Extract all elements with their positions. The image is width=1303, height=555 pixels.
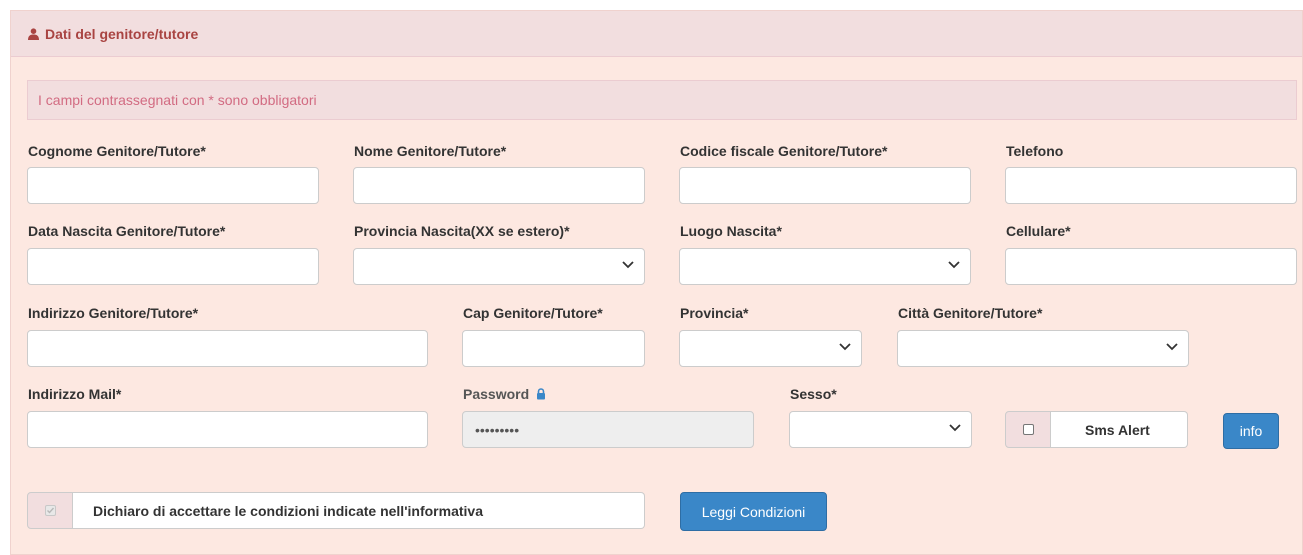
- telefono-label: Telefono: [1006, 143, 1064, 159]
- cap-input[interactable]: [462, 330, 645, 367]
- indirizzo-input[interactable]: [27, 330, 428, 367]
- parent-data-panel: Dati del genitore/tutore I campi contras…: [10, 10, 1303, 555]
- mail-input[interactable]: [27, 411, 428, 448]
- data-nascita-label: Data Nascita Genitore/Tutore*: [28, 223, 226, 239]
- required-fields-notice: I campi contrassegnati con * sono obblig…: [27, 80, 1297, 120]
- sesso-label: Sesso*: [790, 386, 837, 402]
- check-icon: [46, 507, 54, 514]
- chevron-down-icon: [949, 424, 961, 432]
- consent-checkbox-wrap[interactable]: [27, 492, 73, 529]
- citta-select[interactable]: [897, 330, 1189, 367]
- cellulare-label: Cellulare*: [1006, 223, 1071, 239]
- luogo-nascita-label: Luogo Nascita*: [680, 223, 782, 239]
- provincia-nascita-label: Provincia Nascita(XX se estero)*: [354, 223, 570, 239]
- info-button[interactable]: info: [1223, 413, 1279, 449]
- codice-fiscale-input[interactable]: [679, 167, 971, 204]
- chevron-down-icon: [839, 343, 851, 351]
- sesso-select[interactable]: [789, 411, 972, 448]
- consent-checkbox[interactable]: [44, 505, 56, 516]
- sms-alert-checkbox[interactable]: [1022, 424, 1034, 435]
- leggi-condizioni-button[interactable]: Leggi Condizioni: [680, 492, 827, 531]
- nome-label: Nome Genitore/Tutore*: [354, 143, 507, 159]
- password-label-wrap: Password: [463, 386, 546, 402]
- chevron-down-icon: [622, 261, 634, 269]
- chevron-down-icon: [948, 261, 960, 269]
- password-label: Password: [463, 386, 530, 402]
- user-icon: [28, 27, 39, 40]
- cognome-input[interactable]: [27, 167, 319, 204]
- telefono-input[interactable]: [1005, 167, 1297, 204]
- provincia-label: Provincia*: [680, 305, 749, 321]
- sms-alert-label: Sms Alert: [1051, 411, 1188, 448]
- provincia-nascita-select[interactable]: [353, 248, 645, 285]
- notice-text: I campi contrassegnati con * sono obblig…: [38, 92, 317, 108]
- data-nascita-input[interactable]: [27, 248, 319, 285]
- consent-label: Dichiaro di accettare le condizioni indi…: [73, 492, 645, 529]
- luogo-nascita-select[interactable]: [679, 248, 971, 285]
- chevron-down-icon: [1166, 343, 1178, 351]
- mail-label: Indirizzo Mail*: [28, 386, 122, 402]
- nome-input[interactable]: [353, 167, 645, 204]
- panel-title: Dati del genitore/tutore: [45, 25, 199, 42]
- cellulare-input[interactable]: [1005, 248, 1297, 285]
- sms-alert-checkbox-wrap[interactable]: [1005, 411, 1051, 448]
- provincia-select[interactable]: [679, 330, 862, 367]
- panel-heading: Dati del genitore/tutore: [11, 11, 1302, 57]
- indirizzo-label: Indirizzo Genitore/Tutore*: [28, 305, 199, 321]
- lock-icon: [537, 388, 546, 400]
- cap-label: Cap Genitore/Tutore*: [463, 305, 603, 321]
- citta-label: Città Genitore/Tutore*: [898, 305, 1043, 321]
- codice-fiscale-label: Codice fiscale Genitore/Tutore*: [680, 143, 888, 159]
- password-input[interactable]: [462, 411, 754, 448]
- cognome-label: Cognome Genitore/Tutore*: [28, 143, 206, 159]
